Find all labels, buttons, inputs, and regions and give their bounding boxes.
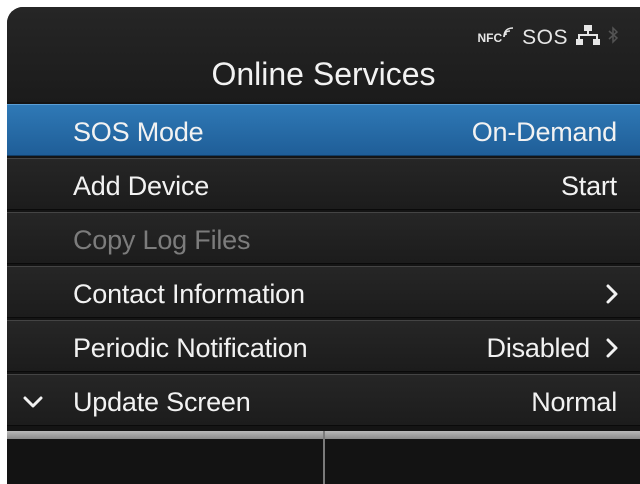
bluetooth-icon xyxy=(608,26,619,49)
menu-item-contact-information[interactable]: Contact Information xyxy=(7,266,640,318)
menu-item-value: Start xyxy=(560,171,617,201)
menu-item-add-device[interactable]: Add Device Start xyxy=(7,158,640,210)
menu-item-sos-mode[interactable]: SOS Mode On-Demand xyxy=(7,104,640,156)
menu-item-value: Normal xyxy=(531,387,617,417)
menu-item-label: Update Screen xyxy=(73,387,251,417)
softkey-left[interactable] xyxy=(7,431,323,484)
printer-display: NFC SOS Online Services SOS Mode On-Dema… xyxy=(7,7,640,484)
page-title: Online Services xyxy=(211,56,436,92)
menu-item-periodic-notification[interactable]: Periodic Notification Disabled xyxy=(7,320,640,372)
chevron-right-icon xyxy=(606,338,618,363)
menu-item-update-screen[interactable]: Update Screen Normal xyxy=(7,374,640,426)
nfc-label: NFC xyxy=(477,30,503,45)
menu-item-label: Periodic Notification xyxy=(73,333,308,363)
menu-item-value: Disabled xyxy=(486,333,591,363)
sos-status-label: SOS xyxy=(522,25,568,49)
menu-item-value: On-Demand xyxy=(471,117,617,147)
header: NFC SOS Online Services xyxy=(7,7,640,102)
menu-item-label: Add Device xyxy=(73,171,210,201)
softkey-right[interactable] xyxy=(322,431,640,484)
settings-menu: SOS Mode On-Demand Add Device Start Copy… xyxy=(7,104,640,428)
menu-item-label: SOS Mode xyxy=(73,117,204,147)
softkey-bar xyxy=(7,431,640,484)
network-icon xyxy=(576,25,600,50)
chevron-down-icon[interactable] xyxy=(23,395,43,413)
menu-item-label: Contact Information xyxy=(73,279,305,309)
menu-item-copy-log-files: Copy Log Files xyxy=(7,212,640,264)
nfc-icon: NFC xyxy=(477,26,514,45)
menu-item-label: Copy Log Files xyxy=(73,225,251,255)
chevron-right-icon xyxy=(606,284,618,309)
status-icons: NFC SOS xyxy=(477,25,619,50)
